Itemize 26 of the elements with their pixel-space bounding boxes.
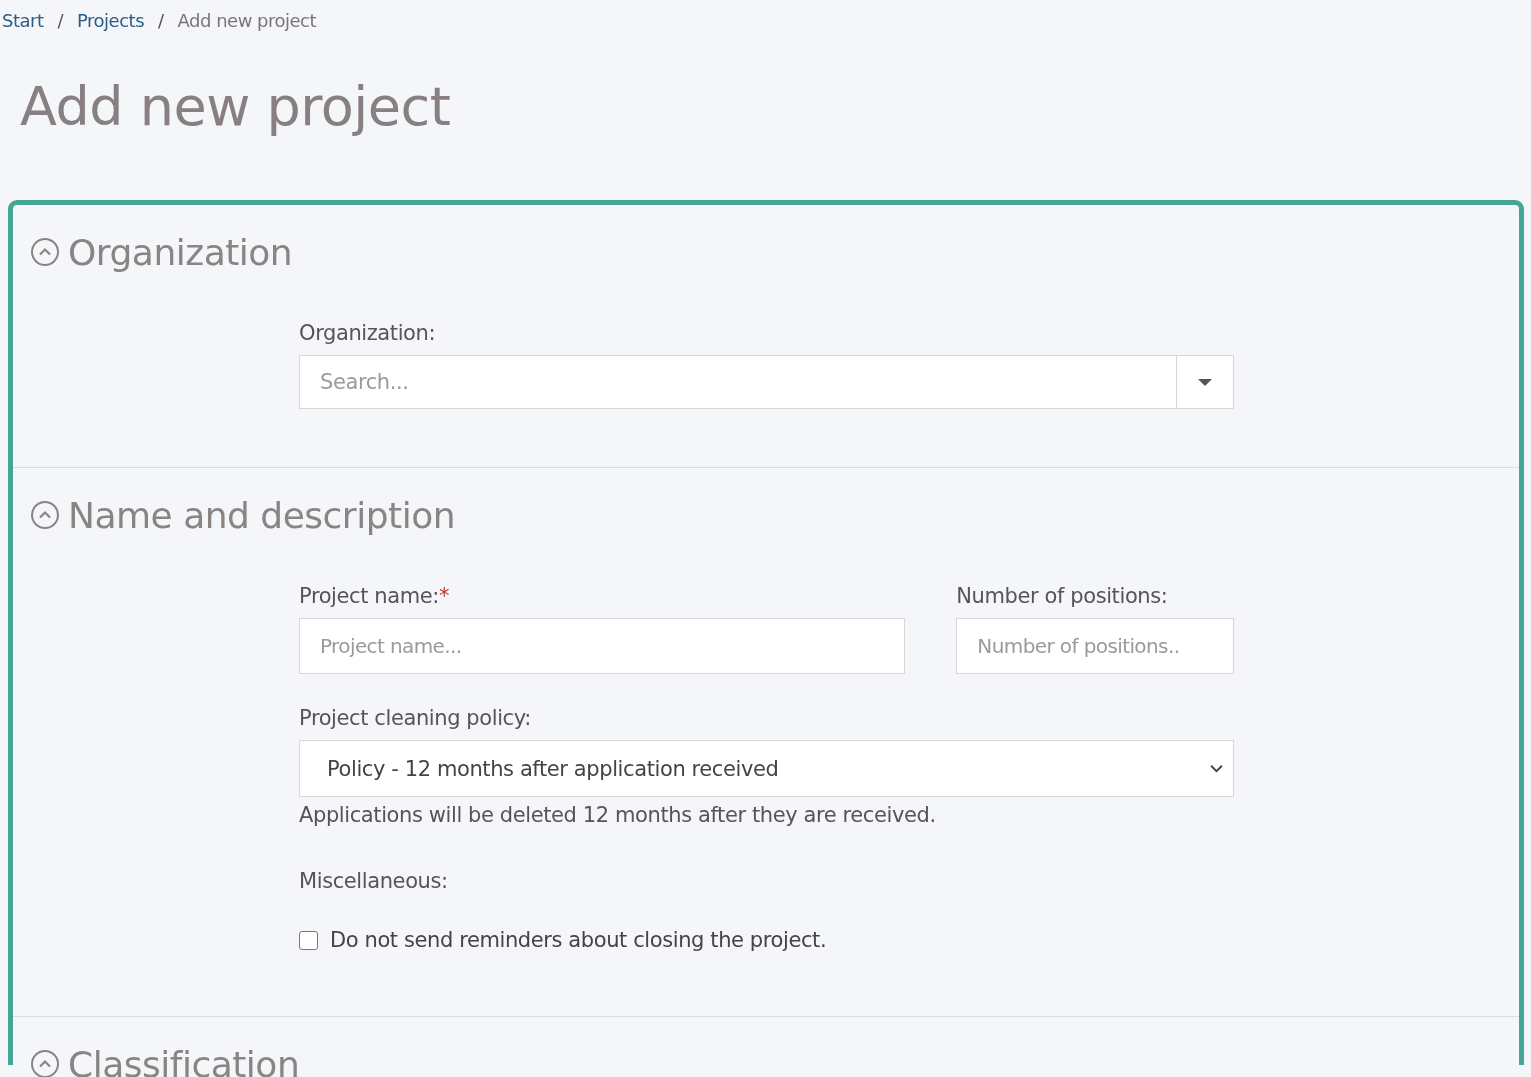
field-label: Number of positions:	[956, 584, 1169, 608]
collapse-icon[interactable]	[30, 1049, 60, 1077]
field-label: Project name:	[299, 584, 439, 608]
caret-icon	[1198, 378, 1212, 386]
required-mark: *	[438, 584, 450, 608]
section-title[interactable]: Classification	[68, 1043, 300, 1077]
field-label: Project cleaning policy:	[299, 706, 532, 730]
breadcrumb-separator: /	[158, 9, 164, 31]
text-field[interactable]: Number of positions..	[956, 618, 1234, 674]
checkbox-label[interactable]: Do not send reminders about closing the project.	[330, 928, 827, 952]
help-text: Applications will be deleted 12 months after they are received.	[299, 803, 937, 827]
text-field[interactable]: Project name...	[299, 618, 906, 674]
policy-select[interactable]: Policy - 12 months after application received	[299, 740, 1234, 797]
section-title[interactable]: Name and description	[68, 494, 455, 536]
breadcrumb-link[interactable]: Projects	[77, 9, 145, 31]
breadcrumb-current: Add new project	[177, 9, 317, 31]
collapse-icon[interactable]	[30, 237, 60, 267]
breadcrumb-separator: /	[57, 9, 64, 31]
page-title: Add new project	[20, 74, 452, 140]
collapse-icon[interactable]	[30, 500, 60, 530]
section-title[interactable]: Organization	[68, 231, 293, 273]
chevron-down-icon	[1210, 764, 1223, 773]
field-label: Miscellaneous:	[299, 869, 449, 893]
breadcrumb-link[interactable]: Start	[2, 9, 44, 31]
field-label: Organization:	[299, 321, 437, 345]
checkbox[interactable]	[299, 930, 318, 950]
